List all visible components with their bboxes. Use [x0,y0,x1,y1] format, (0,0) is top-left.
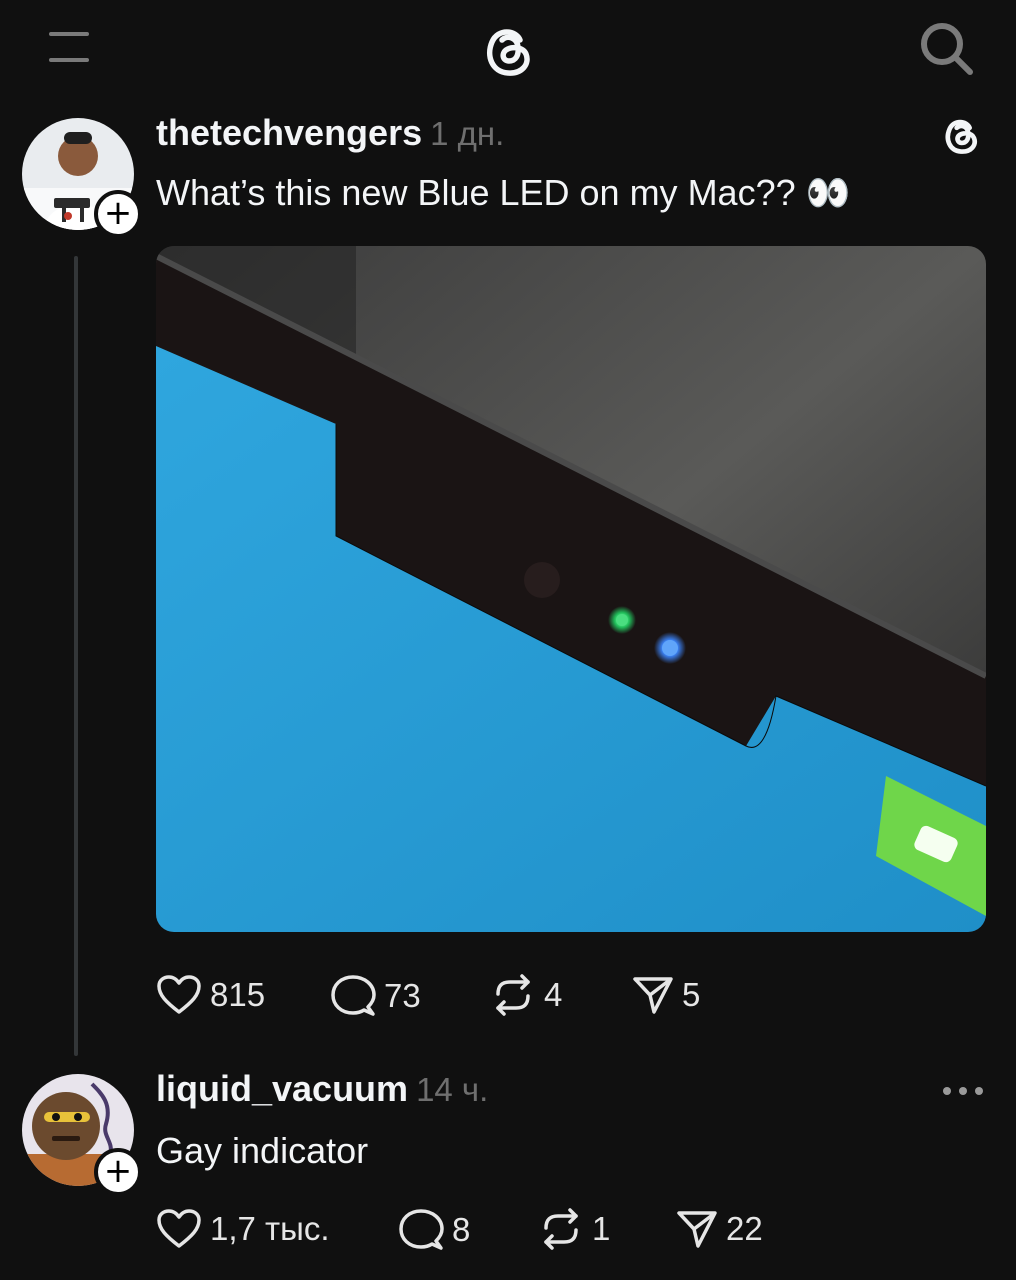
share-button[interactable]: 22 [676,1208,763,1250]
thread-line [74,256,78,1056]
post-header: thetechvengers 1 дн. [156,112,504,154]
reply-button[interactable]: 8 [398,1208,470,1252]
reply-count: 8 [452,1211,471,1248]
heart-icon [157,975,201,1014]
share-button[interactable]: 5 [632,974,700,1016]
search-icon[interactable] [918,20,974,76]
repost-icon [496,974,530,1016]
more-options-icon[interactable] [938,1076,988,1106]
threads-logo-icon[interactable] [476,18,540,82]
post-username[interactable]: thetechvengers [156,112,422,153]
like-count: 815 [210,976,266,1013]
reply-header: liquid_vacuum 14 ч. [156,1068,488,1110]
threads-logo-icon[interactable] [938,112,984,158]
menu-icon[interactable] [46,30,92,64]
like-button[interactable]: 1,7 тыс. [156,1208,330,1250]
send-icon [677,1211,717,1248]
like-button[interactable]: 815 [156,974,265,1016]
post-text: What’s this new Blue LED on my Mac?? 👀 [156,172,851,213]
comment-icon [331,975,376,1016]
send-icon [633,977,673,1014]
repost-button[interactable]: 1 [538,1208,610,1250]
post-time: 1 дн. [430,115,505,152]
reply-count: 73 [384,977,421,1014]
follow-button[interactable]: + [94,1148,142,1196]
repost-count: 4 [544,976,563,1013]
reply-time: 14 ч. [416,1071,489,1108]
follow-button[interactable]: + [94,190,142,238]
share-count: 5 [682,976,701,1013]
reply-button[interactable]: 73 [330,974,421,1018]
reply-text: Gay indicator [156,1130,369,1171]
share-count: 22 [726,1210,763,1247]
like-count: 1,7 тыс. [210,1210,330,1247]
repost-button[interactable]: 4 [490,974,562,1016]
post-image[interactable] [156,246,986,932]
reply-username[interactable]: liquid_vacuum [156,1068,408,1109]
repost-icon [544,1208,578,1250]
comment-icon [399,1209,444,1250]
heart-icon [157,1209,201,1248]
repost-count: 1 [592,1210,611,1247]
